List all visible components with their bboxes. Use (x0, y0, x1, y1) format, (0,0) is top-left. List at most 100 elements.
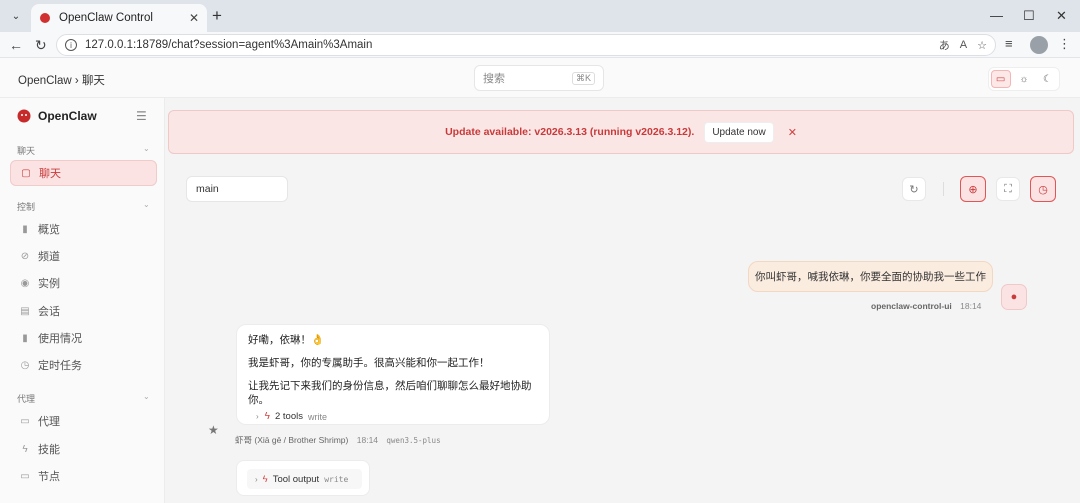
openclaw-logo-icon (17, 109, 31, 123)
translate-icon[interactable]: あ (939, 37, 950, 53)
maximize-button[interactable]: ☐ (1023, 6, 1035, 26)
sidebar-item-label: 定时任务 (38, 360, 82, 372)
sidebar: OpenClaw ☰ 聊天 ⌄ ▢ 聊天 控制 ⌄ ▮ 概览 ⊘ 频道 ◉ 实例… (0, 98, 165, 503)
tool-output-card: › ϟ Tool output write (236, 460, 370, 496)
read-aloud-icon[interactable]: A (960, 39, 967, 51)
browser-toolbar: ← ↻ i 127.0.0.1:18789/chat?session=agent… (0, 32, 1080, 58)
tool-output-toggle[interactable]: › ϟ Tool output write (247, 469, 362, 489)
session-selector[interactable]: main (186, 176, 288, 202)
expand-caret-icon: › (255, 474, 258, 484)
tools-name: write (307, 411, 327, 422)
sidebar-item-cron[interactable]: ◷ 定时任务 (10, 352, 157, 378)
user-message-bubble: 你叫虾哥，喊我依琳，你要全面的协助我一些工作 (748, 261, 993, 292)
sidebar-item-overview[interactable]: ▮ 概览 (10, 216, 157, 242)
sun-theme-icon[interactable]: ☼ (1014, 70, 1034, 88)
chevron-down-icon[interactable]: ⌄ (143, 144, 150, 153)
sidebar-item-label: 使用情况 (38, 333, 82, 345)
tool-output-name: write (324, 474, 349, 484)
user-sender-name: openclaw-control-ui (871, 301, 952, 311)
sidebar-item-label: 技能 (38, 444, 60, 456)
sidebar-item-label: 会话 (38, 306, 60, 318)
bar-chart-icon: ▮ (22, 332, 28, 344)
breadcrumb: OpenClaw › 聊天 (18, 75, 105, 87)
search-input[interactable]: 搜索 ⌘K (474, 65, 604, 91)
url-text[interactable]: 127.0.0.1:18789/chat?session=agent%3Amai… (85, 39, 929, 51)
tab-close-icon[interactable]: ✕ (189, 11, 199, 25)
search-shortcut-badge: ⌘K (571, 71, 595, 85)
chevron-down-icon[interactable]: ⌄ (143, 200, 150, 209)
document-icon: ▤ (20, 305, 30, 317)
assistant-sender-name: 虾哥 (Xiā gē / Brother Shrimp) (235, 435, 349, 445)
chat-icon: ▢ (21, 167, 31, 179)
brand-name: OpenClaw (38, 109, 97, 123)
tab-list-chevron-icon[interactable]: ⌄ (6, 6, 26, 26)
user-avatar-icon: ● (1001, 284, 1027, 310)
sidebar-item-sessions[interactable]: ▤ 会话 (10, 298, 157, 324)
favorite-star-icon[interactable]: ☆ (977, 39, 987, 52)
browser-tab[interactable]: OpenClaw Control ✕ (31, 4, 207, 32)
update-message: Update available: v2026.3.13 (running v2… (445, 126, 694, 138)
model-badge: qwen3.5-plus (386, 436, 441, 445)
app-root: OpenClaw › 聊天 搜索 ⌘K ▭ ☼ ☾ OpenClaw ☰ 聊天 … (0, 58, 1080, 503)
openclaw-favicon-icon (40, 13, 50, 23)
app-header: OpenClaw › 聊天 搜索 ⌘K ▭ ☼ ☾ (0, 58, 1080, 98)
group-label-agents[interactable]: 代理 (17, 392, 35, 405)
sidebar-item-channels[interactable]: ⊘ 频道 (10, 243, 157, 269)
close-icon[interactable]: ✕ (788, 126, 797, 139)
monitor-icon: ▭ (20, 470, 30, 482)
bolt-icon: ϟ (22, 443, 28, 455)
search-placeholder: 搜索 (483, 73, 505, 85)
site-info-icon[interactable]: i (65, 39, 77, 51)
assistant-message-time: 18:14 (356, 435, 379, 445)
assistant-line: 让我先记下来我们的身份信息，然后咱们聊聊怎么最好地协助你。 (248, 380, 532, 406)
tools-count: 2 tools (274, 411, 303, 422)
more-menu-icon[interactable]: ⋮ (1058, 36, 1071, 52)
focus-mode-icon[interactable]: ⛶ (996, 177, 1020, 201)
user-message-time: 18:14 (960, 301, 982, 311)
minimize-button[interactable]: — (990, 6, 1003, 26)
update-prefix: Update available: (445, 126, 532, 138)
close-window-button[interactable]: ✕ (1056, 6, 1067, 26)
assistant-message-meta: 虾哥 (Xiā gē / Brother Shrimp) 18:14 qwen3… (235, 434, 441, 446)
chevron-down-icon[interactable]: ⌄ (143, 392, 150, 401)
sidebar-item-label: 频道 (38, 251, 60, 263)
tools-summary-toggle[interactable]: › ϟ 2 tools write (256, 411, 538, 422)
profile-avatar[interactable] (1030, 36, 1048, 54)
assistant-line: 我是虾哥，你的专属助手。很高兴能和你一起工作！ (248, 357, 490, 369)
refresh-icon[interactable]: ↻ (902, 177, 926, 201)
sidebar-item-label: 概览 (38, 224, 60, 236)
tab-title: OpenClaw Control (59, 12, 153, 24)
bolt-icon: ϟ (264, 411, 270, 422)
monitor-theme-icon[interactable]: ▭ (990, 70, 1011, 88)
back-arrow-icon[interactable]: ← (9, 35, 23, 55)
user-message-meta: openclaw-control-ui 18:14 (871, 301, 981, 311)
link-icon: ⊘ (20, 250, 30, 262)
history-clock-icon[interactable]: ◷ (1030, 176, 1056, 202)
bolt-icon: ϟ (262, 473, 268, 485)
group-label-chat[interactable]: 聊天 (17, 144, 35, 157)
sidebar-item-agents[interactable]: ▭ 代理 (10, 408, 157, 434)
moon-theme-icon[interactable]: ☾ (1037, 70, 1057, 88)
theme-switcher: ▭ ☼ ☾ (988, 67, 1060, 91)
new-tab-button[interactable]: + (212, 6, 222, 26)
sidebar-item-nodes[interactable]: ▭ 节点 (10, 463, 157, 489)
chat-main: Update available: v2026.3.13 (running v2… (166, 98, 1080, 503)
browser-tab-bar: ⌄ OpenClaw Control ✕ + — ☐ ✕ (0, 0, 1080, 32)
update-now-button[interactable]: Update now (704, 121, 774, 143)
sidebar-item-usage[interactable]: ▮ 使用情况 (10, 325, 157, 351)
broadcast-icon: ◉ (20, 277, 30, 289)
reload-icon[interactable]: ↻ (35, 35, 47, 55)
brand[interactable]: OpenClaw (16, 108, 97, 124)
sidebar-item-skills[interactable]: ϟ 技能 (10, 436, 157, 462)
brain-toggle-icon[interactable]: ⊕ (960, 176, 986, 202)
clock-icon: ◷ (20, 359, 30, 371)
collapse-menu-icon[interactable]: ☰ (136, 109, 147, 123)
folder-icon: ▭ (20, 415, 30, 427)
sidebar-item-chat[interactable]: ▢ 聊天 (10, 160, 157, 186)
sidebar-item-instances[interactable]: ◉ 实例 (10, 270, 157, 296)
group-label-control[interactable]: 控制 (17, 200, 35, 213)
address-bar[interactable]: i 127.0.0.1:18789/chat?session=agent%3Am… (56, 34, 996, 56)
update-version-text: v2026.3.13 (running v2026.3.12). (531, 126, 695, 138)
chart-icon: ▮ (22, 223, 28, 235)
favorites-list-icon[interactable]: ≡ (1005, 36, 1013, 51)
